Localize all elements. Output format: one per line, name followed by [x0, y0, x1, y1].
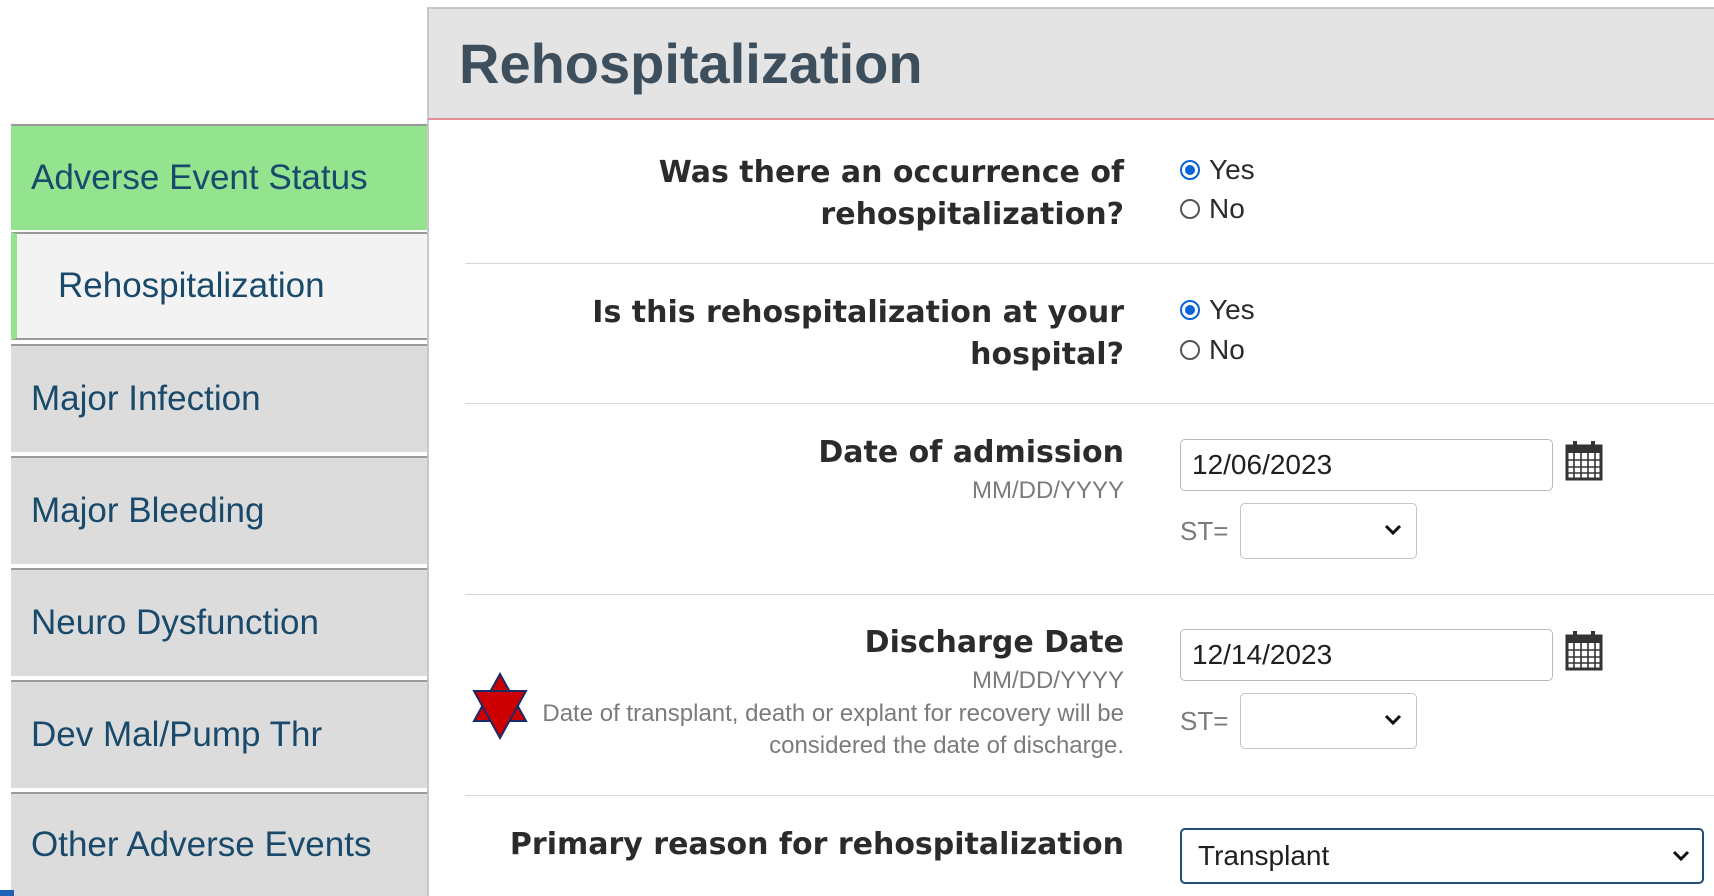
sidebar-item-dev-mal-pump-thr[interactable]: Dev Mal/Pump Thr — [11, 680, 427, 788]
calendar-icon[interactable] — [1564, 630, 1604, 672]
radio-label: No — [1209, 334, 1245, 365]
row-divider — [465, 594, 1714, 595]
select-value: Transplant — [1198, 840, 1330, 871]
row-divider — [465, 263, 1714, 264]
radio-label: Yes — [1209, 154, 1255, 185]
input-value: 12/06/2023 — [1192, 449, 1333, 480]
sidebar-item-label: Major Infection — [31, 379, 261, 418]
row-divider — [465, 403, 1714, 404]
form-panel — [427, 120, 1714, 896]
occurrence-yes-radio[interactable]: Yes — [1180, 152, 1255, 188]
primary-reason-label: Primary reason for rehospitalization — [509, 827, 1124, 862]
sidebar-item-label: Neuro Dysfunction — [31, 603, 319, 642]
sidebar-item-label: Other Adverse Events — [31, 825, 372, 864]
note-line: Date of transplant, death or explant for… — [542, 700, 1124, 727]
occurrence-question-label: Was there an occurrence of rehospitaliza… — [659, 152, 1124, 236]
at-hospital-no-radio[interactable]: No — [1180, 332, 1245, 368]
at-hospital-question-label: Is this rehospitalization at your hospit… — [592, 292, 1124, 376]
radio-selected-icon — [1180, 160, 1200, 180]
sidebar-item-major-infection[interactable]: Major Infection — [11, 344, 427, 452]
label-line: Was there an occurrence of — [658, 155, 1124, 190]
chevron-down-icon — [1672, 850, 1690, 862]
sidebar-item-label: Dev Mal/Pump Thr — [31, 715, 323, 754]
at-hospital-yes-radio[interactable]: Yes — [1180, 292, 1255, 328]
admission-date-input[interactable]: 12/06/2023 — [1180, 439, 1553, 491]
sidebar-item-label: Adverse Event Status — [31, 158, 368, 197]
sidebar-item-neuro-dysfunction[interactable]: Neuro Dysfunction — [11, 568, 427, 676]
sidebar-item-label: Rehospitalization — [58, 266, 325, 305]
radio-unselected-icon — [1180, 199, 1200, 219]
sidebar-item-label: Major Bleeding — [31, 491, 265, 530]
discharge-date-input[interactable]: 12/14/2023 — [1180, 629, 1553, 681]
occurrence-no-radio[interactable]: No — [1180, 191, 1245, 227]
sidebar-item-other-adverse-events[interactable]: Other Adverse Events — [11, 792, 427, 896]
discharge-st-label: ST= — [1180, 706, 1229, 736]
page-edge-marker — [0, 890, 14, 896]
discharge-st-select[interactable] — [1240, 693, 1417, 749]
radio-unselected-icon — [1180, 340, 1200, 360]
chevron-down-icon — [1384, 524, 1402, 536]
radio-label: No — [1209, 193, 1245, 224]
panel-header: Rehospitalization — [427, 7, 1714, 120]
page-title: Rehospitalization — [459, 32, 923, 95]
calendar-icon[interactable] — [1564, 440, 1604, 482]
note-line: considered the date of discharge. — [769, 732, 1124, 759]
admission-date-label: Date of admission — [818, 435, 1124, 470]
discharge-date-format-hint: MM/DD/YYYY — [971, 667, 1124, 694]
sidebar-item-major-bleeding[interactable]: Major Bleeding — [11, 456, 427, 564]
discharge-date-note: Date of transplant, death or explant for… — [542, 698, 1124, 762]
row-divider — [465, 795, 1714, 796]
admission-st-select[interactable] — [1240, 503, 1417, 559]
label-line: hospital? — [970, 337, 1124, 372]
admission-st-label: ST= — [1180, 516, 1229, 546]
sidebar-item-adverse-event-status[interactable]: Adverse Event Status — [11, 124, 427, 230]
radio-label: Yes — [1209, 294, 1255, 325]
radio-selected-icon — [1180, 300, 1200, 320]
star-of-david-flag-icon — [472, 672, 528, 740]
label-line: rehospitalization? — [820, 197, 1124, 232]
admission-date-format-hint: MM/DD/YYYY — [971, 477, 1124, 504]
label-line: Is this rehospitalization at your — [592, 295, 1124, 330]
discharge-date-label: Discharge Date — [864, 625, 1124, 660]
sidebar-item-rehospitalization[interactable]: Rehospitalization — [11, 232, 427, 340]
primary-reason-select[interactable]: Transplant — [1180, 828, 1704, 884]
input-value: 12/14/2023 — [1192, 639, 1333, 670]
chevron-down-icon — [1384, 714, 1402, 726]
